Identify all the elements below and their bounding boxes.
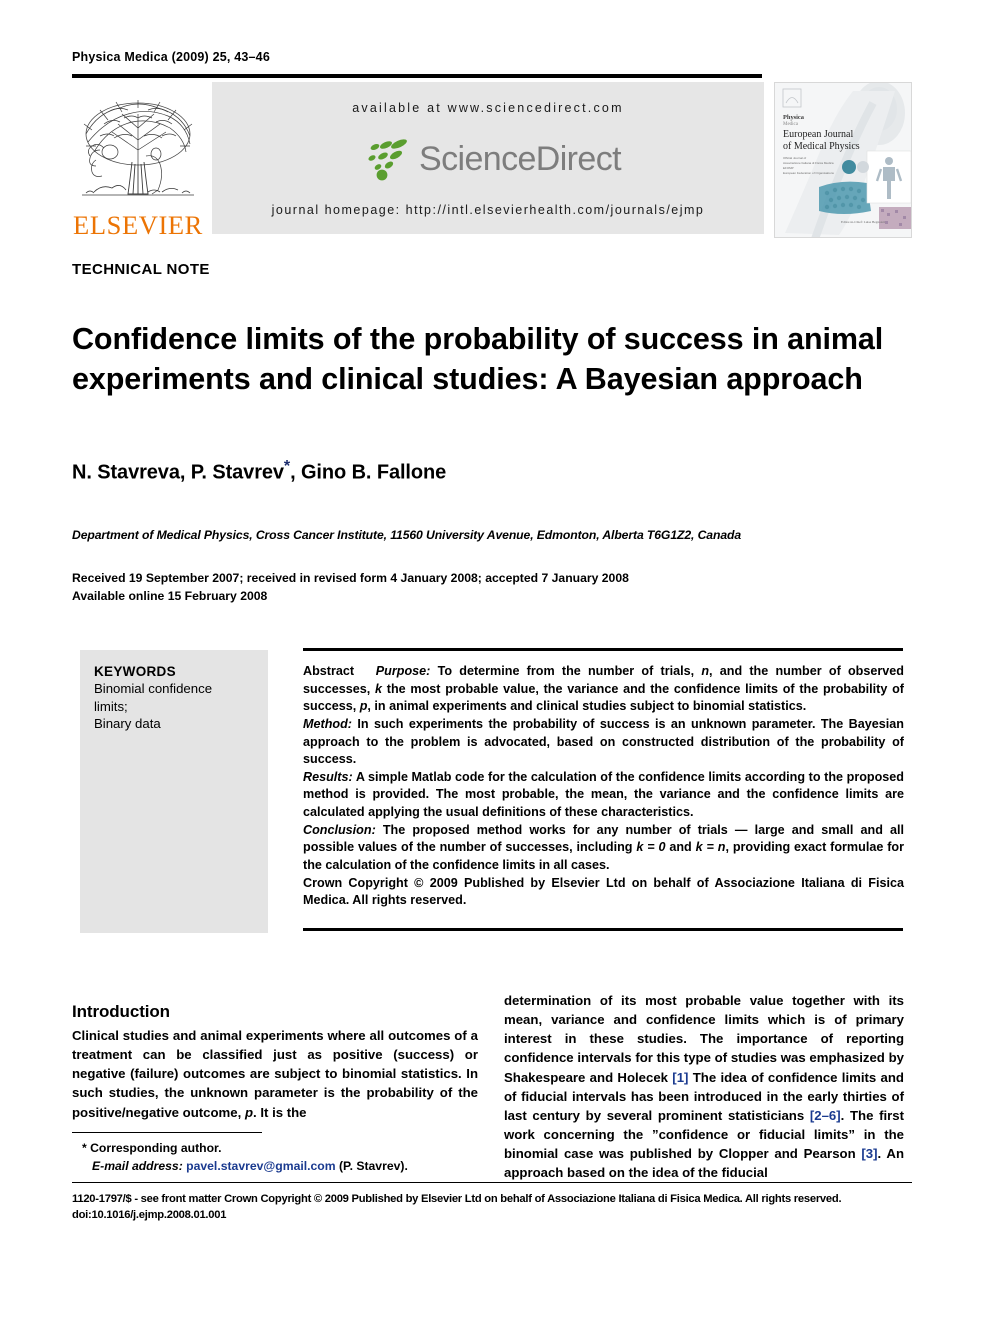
- article-history: Received 19 September 2007; received in …: [72, 570, 912, 605]
- svg-text:Associazione Italiana di Fisic: Associazione Italiana di Fisica Medica: [783, 161, 834, 165]
- available-online-line: Available online 15 February 2008: [72, 588, 268, 603]
- svg-text:European Federation of Organis: European Federation of Organisations: [783, 171, 834, 175]
- email-note: E-mail address: pavel.stavrev@gmail.com …: [72, 1158, 478, 1176]
- journal-cover-thumbnail: Physica Medica European Journal of Medic…: [774, 82, 912, 238]
- abstract: Abstract Purpose: To determine from the …: [303, 663, 904, 910]
- authors-before-marker: N. Stavreva, P. Stavrev: [72, 461, 284, 484]
- abstract-purpose-text-d: , in animal experiments and clinical stu…: [367, 699, 807, 714]
- sciencedirect-leaf-icon: [368, 139, 407, 181]
- corresponding-author-note: * Corresponding author.: [82, 1141, 222, 1155]
- abstract-results-text: A simple Matlab code for the calculation…: [303, 769, 904, 819]
- svg-text:Physica: Physica: [783, 114, 805, 121]
- abstract-method-label: Method:: [303, 716, 352, 731]
- introduction-var-p: p: [244, 1104, 254, 1120]
- abstract-var-k: k: [374, 681, 382, 696]
- received-line: Received 19 September 2007; received in …: [72, 571, 629, 585]
- authors-after-marker: , Gino B. Fallone: [290, 461, 447, 484]
- keyword-item: Binary data: [94, 716, 161, 732]
- article-type-label: TECHNICAL NOTE: [72, 261, 210, 278]
- abstract-method-text: In such experiments the probability of s…: [303, 716, 904, 767]
- abstract-copyright: Crown Copyright © 2009 Published by Else…: [303, 875, 904, 908]
- email-label: E-mail address:: [92, 1158, 183, 1173]
- citation-link-3[interactable]: [3]: [861, 1146, 877, 1161]
- abstract-top-rule: [303, 648, 903, 651]
- svg-text:European Journal: European Journal: [783, 129, 853, 140]
- email-owner: (P. Stavrev).: [338, 1158, 408, 1173]
- section-heading-introduction: Introduction: [72, 1002, 170, 1022]
- introduction-paragraph-right: determination of its most probable value…: [504, 991, 904, 1182]
- abstract-conclusion-label: Conclusion:: [303, 822, 376, 837]
- abstract-label: Abstract: [303, 664, 355, 678]
- citation-link-1[interactable]: [1]: [672, 1070, 688, 1085]
- abstract-bottom-rule: [303, 928, 903, 931]
- abstract-conclusion: Conclusion: The proposed method works fo…: [303, 822, 904, 875]
- author-list: N. Stavreva, P. Stavrev*, Gino B. Fallon…: [72, 458, 902, 485]
- email-link[interactable]: pavel.stavrev@gmail.com: [186, 1159, 335, 1173]
- abstract-conclusion-text-b: and: [665, 840, 696, 855]
- abstract-results: Results: A simple Matlab code for the ca…: [303, 769, 904, 822]
- sciencedirect-logo: ScienceDirect: [355, 136, 622, 182]
- abstract-purpose: Abstract Purpose: To determine from the …: [303, 663, 904, 716]
- page-title: Confidence limits of the probability of …: [72, 322, 884, 397]
- journal-homepage-text: journal homepage: http://intl.elsevierhe…: [271, 203, 705, 217]
- abstract-expr-kn: k = n: [695, 840, 726, 855]
- svg-text:Medica: Medica: [783, 122, 799, 127]
- footnote: * Corresponding author. E-mail address: …: [72, 1140, 478, 1175]
- svg-text:of Medical Physics: of Medical Physics: [783, 141, 860, 152]
- svg-text:EFOMP: EFOMP: [783, 166, 794, 170]
- keywords-box: KEYWORDS Binomial confidence limits; Bin…: [80, 650, 268, 933]
- footer-copyright-line: 1120-1797/$ - see front matter Crown Cop…: [72, 1193, 842, 1205]
- abstract-method: Method: In such experiments the probabil…: [303, 716, 904, 769]
- abstract-var-n: n: [701, 664, 710, 678]
- abstract-results-label: Results:: [303, 769, 353, 784]
- keywords-list: Binomial confidence limits; Binary data: [94, 680, 268, 733]
- sciencedirect-band: available at www.sciencedirect.com Scien…: [212, 82, 764, 234]
- introduction-paragraph-left: Clinical studies and animal experiments …: [72, 1026, 478, 1122]
- masthead: ELSEVIER available at www.sciencedirect.…: [72, 82, 912, 238]
- introduction-column-left: Clinical studies and animal experiments …: [72, 1026, 478, 1122]
- footer-rule: [72, 1182, 912, 1184]
- elsevier-wordmark: ELSEVIER: [73, 209, 203, 240]
- keyword-item: Binomial confidence: [94, 681, 213, 696]
- elsevier-tree-icon: [78, 94, 198, 210]
- svg-text:Official Journal of: Official Journal of: [783, 156, 806, 160]
- svg-text:Editor-in-Chief: Luisa Begnozz: Editor-in-Chief: Luisa Begnozzi: [841, 220, 885, 224]
- sciencedirect-wordmark: ScienceDirect: [419, 139, 622, 178]
- affiliation: Department of Medical Physics, Cross Can…: [72, 528, 742, 542]
- footnote-rule: [72, 1132, 262, 1134]
- introduction-left-tail: . It is the: [253, 1104, 307, 1120]
- article-first-page: Physica Medica (2009) 25, 43–46 ELSEVIER…: [0, 0, 992, 1323]
- footer-doi: doi:10.1016/j.ejmp.2008.01.001: [72, 1209, 227, 1222]
- elsevier-logo: ELSEVIER: [72, 82, 204, 238]
- abstract-purpose-text-a: To determine from the number of trials,: [430, 664, 702, 678]
- keywords-heading: KEYWORDS: [94, 664, 176, 679]
- abstract-expr-k0: k = 0: [636, 840, 666, 855]
- page-footer: 1120-1797/$ - see front matter Crown Cop…: [72, 1191, 917, 1223]
- keyword-item: limits;: [94, 698, 128, 714]
- available-at-text: available at www.sciencedirect.com: [352, 101, 624, 115]
- citation-link-2-6[interactable]: [2–6]: [810, 1108, 841, 1123]
- abstract-purpose-label: Purpose:: [375, 664, 431, 678]
- running-head: Physica Medica (2009) 25, 43–46: [72, 50, 270, 64]
- introduction-column-right: determination of its most probable value…: [504, 991, 904, 1182]
- header-rule: [72, 74, 762, 78]
